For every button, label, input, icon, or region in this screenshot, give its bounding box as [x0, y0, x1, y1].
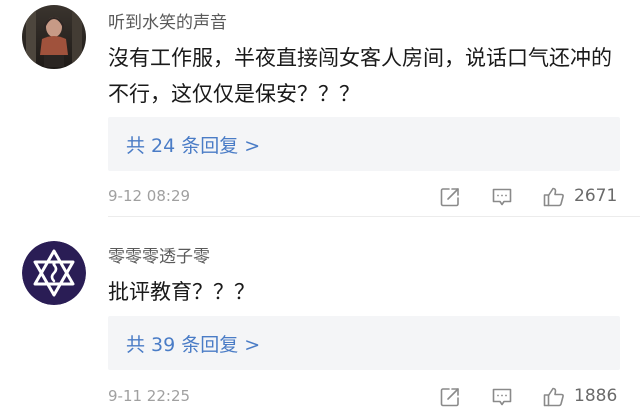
view-replies-link[interactable]: 共 24 条回复 >: [126, 131, 260, 158]
comment-icon[interactable]: [490, 385, 514, 409]
comment-footer: 9-12 08:29 2671: [0, 182, 640, 212]
like-count: 2671: [574, 186, 618, 206]
comment-item: 零零零透子零 批评教育？？？ 共 39 条回复 > 9-11 22:25 188…: [0, 217, 640, 419]
comment-list: 听到水笑的声音 沒有工作服，半夜直接闯女客人房间，说话口气还冲的不行，这仅仅是保…: [0, 0, 640, 419]
thumbs-up-icon[interactable]: [542, 185, 566, 209]
avatar[interactable]: [22, 5, 86, 69]
share-icon[interactable]: [438, 185, 462, 209]
comment-footer: 9-11 22:25 1886: [0, 382, 640, 412]
timestamp: 9-12 08:29: [108, 187, 191, 205]
username[interactable]: 听到水笑的声音: [108, 8, 227, 33]
username[interactable]: 零零零透子零: [108, 242, 210, 267]
view-replies-link[interactable]: 共 39 条回复 >: [126, 330, 260, 357]
timestamp: 9-11 22:25: [108, 387, 191, 405]
star-emblem-icon: [22, 241, 86, 305]
thumbs-up-icon[interactable]: [542, 385, 566, 409]
share-icon[interactable]: [438, 385, 462, 409]
comment-text: 沒有工作服，半夜直接闯女客人房间，说话口气还冲的不行，这仅仅是保安？？？: [108, 46, 612, 106]
like-count: 1886: [574, 386, 618, 406]
comment-icon[interactable]: [490, 185, 514, 209]
replies-box[interactable]: 共 24 条回复 >: [108, 117, 620, 171]
person-photo-icon: [22, 5, 86, 69]
comment-text: 批评教育？？？: [108, 280, 255, 304]
comment-item: 听到水笑的声音 沒有工作服，半夜直接闯女客人房间，说话口气还冲的不行，这仅仅是保…: [0, 0, 640, 217]
replies-box[interactable]: 共 39 条回复 >: [108, 316, 620, 370]
avatar[interactable]: [22, 241, 86, 305]
